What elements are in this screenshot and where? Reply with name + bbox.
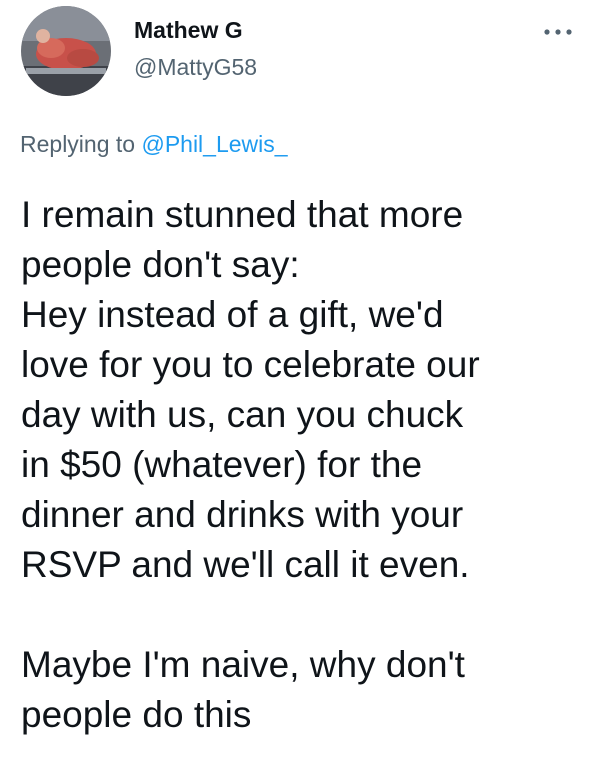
tweet-line: love for you to celebrate our (21, 344, 480, 385)
tweet-line: Hey instead of a gift, we'd (21, 294, 444, 335)
tweet-line: dinner and drinks with your (21, 494, 464, 535)
tweet-line: people do this (21, 694, 252, 735)
tweet-text: I remain stunned that more people don't … (21, 190, 591, 740)
tweet-line: Maybe I'm naive, why don't (21, 644, 465, 685)
more-options-icon[interactable] (540, 22, 576, 42)
tweet-line: in $50 (whatever) for the (21, 444, 423, 485)
replying-to-line: Replying to @Phil_Lewis_ (20, 131, 288, 158)
user-handle[interactable]: @MattyG58 (134, 54, 257, 81)
tweet: Mathew G @MattyG58 Replying to @Phil_Lew… (0, 0, 599, 774)
display-name[interactable]: Mathew G (134, 17, 243, 44)
mention-link[interactable]: @Phil_Lewis_ (141, 131, 287, 157)
replying-to-label: Replying to (20, 131, 142, 157)
tweet-line: I remain stunned that more (21, 194, 464, 235)
avatar[interactable] (21, 6, 111, 96)
tweet-line: RSVP and we'll call it even. (21, 544, 470, 585)
tweet-paragraph: Maybe I'm naive, why don't people do thi… (21, 640, 591, 740)
tweet-paragraph: I remain stunned that more people don't … (21, 190, 591, 590)
tweet-line: people don't say: (21, 244, 300, 285)
tweet-line: day with us, can you chuck (21, 394, 464, 435)
